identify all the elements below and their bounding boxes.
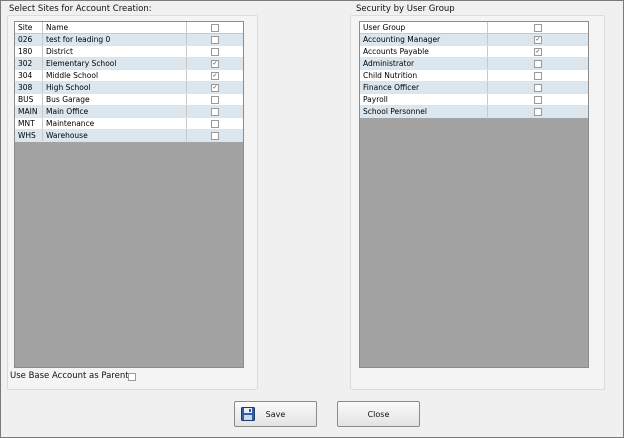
site-row[interactable]: MNT Maintenance [15, 118, 243, 130]
close-button-label: Close [367, 409, 390, 419]
site-select-checkbox[interactable] [211, 131, 219, 140]
site-name-cell: District [43, 46, 187, 57]
user-group-name-cell: Payroll [360, 94, 488, 105]
site-select-checkbox[interactable] [211, 119, 219, 128]
floppy-disk-icon [241, 407, 255, 421]
site-select-checkbox[interactable] [211, 59, 219, 68]
select-all-sites-checkbox[interactable] [211, 23, 219, 32]
site-select-cell[interactable] [187, 58, 243, 69]
user-group-select-cell[interactable] [488, 82, 588, 93]
site-select-cell[interactable] [187, 82, 243, 93]
user-group-name-cell: School Personnel [360, 106, 488, 117]
site-name-cell: test for leading 0 [43, 34, 187, 45]
user-group-name-cell: Accounts Payable [360, 46, 488, 57]
site-name-cell: Warehouse [43, 130, 187, 141]
site-select-cell[interactable] [187, 118, 243, 129]
site-select-cell[interactable] [187, 130, 243, 141]
select-all-groups-column-header[interactable] [488, 22, 588, 33]
site-code-cell: 302 [15, 58, 43, 69]
site-select-checkbox[interactable] [211, 71, 219, 80]
site-row[interactable]: MAIN Main Office [15, 106, 243, 118]
user-group-select-cell[interactable] [488, 46, 588, 57]
site-name-cell: High School [43, 82, 187, 93]
site-row[interactable]: WHS Warehouse [15, 130, 243, 142]
site-select-cell[interactable] [187, 94, 243, 105]
sites-section-title: Select Sites for Account Creation: [9, 4, 152, 14]
user-group-select-checkbox[interactable] [534, 83, 542, 92]
site-name-cell: Middle School [43, 70, 187, 81]
user-group-select-checkbox[interactable] [534, 71, 542, 80]
site-select-cell[interactable] [187, 46, 243, 57]
site-row[interactable]: 304 Middle School [15, 70, 243, 82]
user-group-row[interactable]: Administrator [360, 58, 588, 70]
user-group-select-checkbox[interactable] [534, 59, 542, 68]
site-select-checkbox[interactable] [211, 35, 219, 44]
site-code-cell: 304 [15, 70, 43, 81]
site-code-cell: 026 [15, 34, 43, 45]
site-select-cell[interactable] [187, 106, 243, 117]
site-row[interactable]: 302 Elementary School [15, 58, 243, 70]
user-group-select-cell[interactable] [488, 70, 588, 81]
site-row[interactable]: BUS Bus Garage [15, 94, 243, 106]
site-code-cell: BUS [15, 94, 43, 105]
site-select-checkbox[interactable] [211, 95, 219, 104]
sites-grid: Site Name 026 test for leading 0 180 Distri… [14, 21, 244, 368]
use-base-account-checkbox[interactable] [128, 373, 136, 381]
sites-rows: 026 test for leading 0 180 District 302 Eleme… [15, 34, 243, 142]
save-button[interactable]: Save [234, 401, 317, 427]
user-group-select-cell[interactable] [488, 106, 588, 117]
site-select-checkbox[interactable] [211, 107, 219, 116]
user-group-select-checkbox[interactable] [534, 107, 542, 116]
user-group-row[interactable]: Payroll [360, 94, 588, 106]
sites-grid-header: Site Name [15, 22, 243, 34]
site-name-cell: Bus Garage [43, 94, 187, 105]
user-group-section-title: Security by User Group [356, 4, 455, 14]
user-group-grid-header: User Group [360, 22, 588, 34]
user-group-select-checkbox[interactable] [534, 35, 542, 44]
site-name-cell: Elementary School [43, 58, 187, 69]
site-row[interactable]: 026 test for leading 0 [15, 34, 243, 46]
site-select-cell[interactable] [187, 70, 243, 81]
user-group-row[interactable]: School Personnel [360, 106, 588, 118]
user-group-select-checkbox[interactable] [534, 47, 542, 56]
user-group-grid: User Group Accounting ManagerAccounts Pa… [359, 21, 589, 368]
save-button-label: Save [265, 409, 286, 419]
select-all-groups-checkbox[interactable] [534, 23, 542, 32]
name-column-header[interactable]: Name [43, 22, 187, 33]
site-row[interactable]: 180 District [15, 46, 243, 58]
use-base-account-label: Use Base Account as Parent [10, 371, 129, 381]
close-button[interactable]: Close [337, 401, 420, 427]
site-select-checkbox[interactable] [211, 83, 219, 92]
user-group-select-cell[interactable] [488, 58, 588, 69]
site-code-cell: WHS [15, 130, 43, 141]
site-code-cell: MNT [15, 118, 43, 129]
user-group-row[interactable]: Finance Officer [360, 82, 588, 94]
user-group-row[interactable]: Accounts Payable [360, 46, 588, 58]
user-group-select-checkbox[interactable] [534, 95, 542, 104]
user-group-name-cell: Administrator [360, 58, 488, 69]
user-group-select-cell[interactable] [488, 34, 588, 45]
user-group-name-cell: Finance Officer [360, 82, 488, 93]
select-all-column-header[interactable] [187, 22, 243, 33]
site-row[interactable]: 308 High School [15, 82, 243, 94]
user-group-rows: Accounting ManagerAccounts PayableAdmini… [360, 34, 588, 118]
site-code-cell: 308 [15, 82, 43, 93]
user-group-name-cell: Child Nutrition [360, 70, 488, 81]
site-select-checkbox[interactable] [211, 47, 219, 56]
user-group-row[interactable]: Child Nutrition [360, 70, 588, 82]
site-name-cell: Main Office [43, 106, 187, 117]
user-group-select-cell[interactable] [488, 94, 588, 105]
site-select-cell[interactable] [187, 34, 243, 45]
site-code-cell: 180 [15, 46, 43, 57]
site-column-header[interactable]: Site [15, 22, 43, 33]
user-group-row[interactable]: Accounting Manager [360, 34, 588, 46]
site-name-cell: Maintenance [43, 118, 187, 129]
user-group-name-cell: Accounting Manager [360, 34, 488, 45]
user-group-column-header[interactable]: User Group [360, 22, 488, 33]
site-code-cell: MAIN [15, 106, 43, 117]
